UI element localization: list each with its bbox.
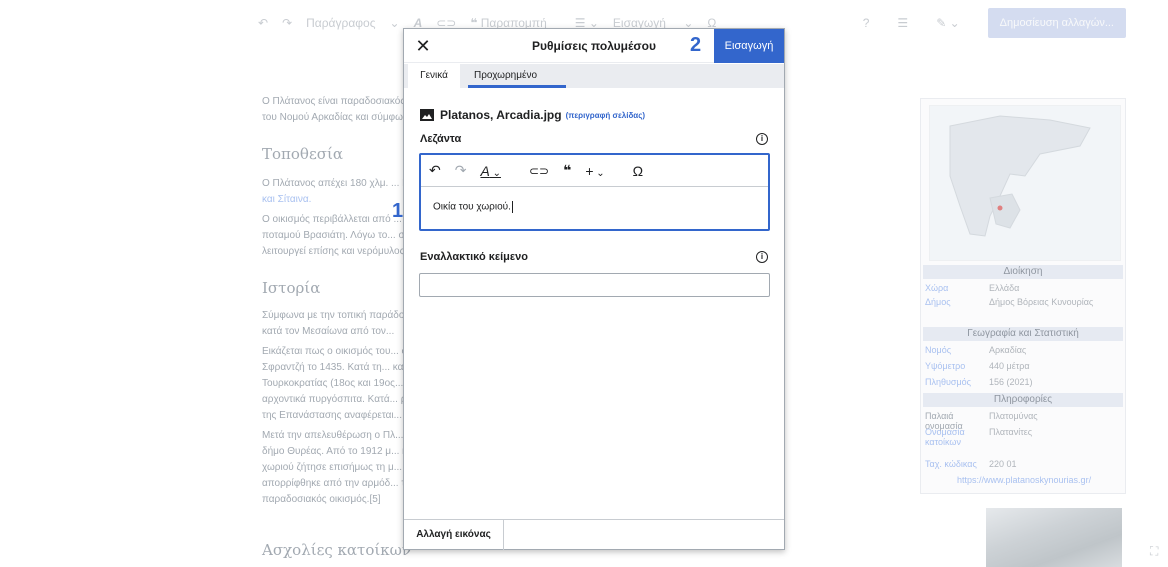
text-caret	[511, 201, 513, 213]
annotation-marker-2: 2	[690, 34, 702, 56]
infobox-row: Δήμος Δήμος Βόρειας Κυνουρίας	[925, 297, 1094, 307]
infobox-row: Υψόμετρο 440 μέτρα	[925, 361, 1030, 371]
heading-occupations: Ασχολίες κατοίκων	[262, 541, 411, 559]
infobox-row: Ονομασία κατοίκων Πλατανίτες	[925, 427, 1033, 447]
tab-advanced-underline	[468, 85, 566, 88]
undo-icon[interactable]: ↶	[429, 162, 441, 179]
redo-icon[interactable]: ↷	[455, 162, 467, 179]
menu-icon[interactable]: ☰	[897, 16, 908, 30]
file-description-link[interactable]: (περιγραφή σελίδας)	[566, 111, 645, 120]
change-image-button[interactable]: Αλλαγή εικόνας	[404, 520, 504, 550]
annotation-marker-1: 1	[392, 200, 404, 222]
insert-button[interactable]: Εισαγωγή	[714, 29, 784, 63]
caption-editor[interactable]: ↶ ↷ A ⌄ ⊂⊃ ❝ + ⌄ Ω Οικία του χωριού.	[419, 153, 770, 231]
heading-history: Ιστορία	[262, 279, 321, 297]
caption-label: Λεζάντα	[420, 133, 462, 145]
paragraph-dropdown[interactable]: Παράγραφος	[306, 16, 375, 30]
infobox-website-link[interactable]: https://www.platanoskynourias.gr/	[957, 475, 1157, 485]
media-settings-dialog: ✕ Ρυθμίσεις πολυμέσου Εισαγωγή Γενικά Πρ…	[403, 28, 785, 550]
infobox-row: Χώρα Ελλάδα	[925, 283, 1020, 293]
greece-map-icon	[949, 115, 1091, 237]
image-icon	[420, 109, 434, 121]
expand-icon[interactable]: ⛶	[1150, 544, 1164, 558]
special-character-icon[interactable]: Ω	[633, 163, 643, 179]
caption-text[interactable]: Οικία του χωριού.	[433, 201, 513, 213]
insert-plus-icon[interactable]: + ⌄	[585, 163, 618, 179]
file-info: Platanos, Arcadia.jpg (περιγραφή σελίδας…	[420, 107, 645, 123]
publish-button[interactable]: Δημοσίευση αλλαγών...	[987, 8, 1126, 38]
link-icon[interactable]: ⊂⊃	[529, 164, 549, 178]
tab-general[interactable]: Γενικά	[408, 64, 460, 88]
alt-text-input[interactable]	[419, 273, 770, 297]
help-icon[interactable]: ?	[863, 16, 870, 30]
file-name: Platanos, Arcadia.jpg	[440, 108, 562, 122]
chevron-down-icon[interactable]: ⌄	[390, 16, 400, 30]
location-map	[929, 105, 1121, 261]
infobox-admin-header: Διοίκηση	[923, 265, 1123, 279]
undo-icon[interactable]: ↶	[258, 16, 268, 30]
village-photo[interactable]	[986, 508, 1122, 567]
quote-icon[interactable]: ❝	[563, 162, 571, 179]
infobox-row: Νομός Αρκαδίας	[925, 345, 1027, 355]
close-icon[interactable]: ✕	[412, 35, 434, 57]
info-icon[interactable]: i	[756, 251, 768, 263]
heading-location: Τοποθεσία	[262, 145, 343, 163]
redo-icon[interactable]: ↷	[282, 16, 292, 30]
dialog-footer: Αλλαγή εικόνας	[404, 519, 784, 550]
infobox-info-header: Πληροφορίες	[923, 393, 1123, 407]
infobox-row: Ταχ. κώδικας 220 01	[925, 459, 1017, 469]
infobox-row: Πληθυσμός 156 (2021)	[925, 377, 1033, 387]
dialog-header: ✕ Ρυθμίσεις πολυμέσου Εισαγωγή	[404, 29, 784, 63]
alt-text-label: Εναλλακτικό κείμενο	[420, 251, 528, 263]
infobox-geo-header: Γεωγραφία και Στατιστική	[923, 327, 1123, 341]
text-style-icon[interactable]: A ⌄	[480, 163, 515, 179]
dialog-title: Ρυθμίσεις πολυμέσου	[532, 39, 656, 53]
edit-mode-icon[interactable]: ✎ ⌄	[936, 16, 959, 30]
dialog-tabs: Γενικά Προχωρημένο	[404, 64, 784, 88]
info-icon[interactable]: i	[756, 133, 768, 145]
caption-toolbar: ↶ ↷ A ⌄ ⊂⊃ ❝ + ⌄ Ω	[421, 155, 768, 187]
infobox: Διοίκηση Χώρα Ελλάδα Δήμος Δήμος Βόρειας…	[920, 98, 1126, 494]
